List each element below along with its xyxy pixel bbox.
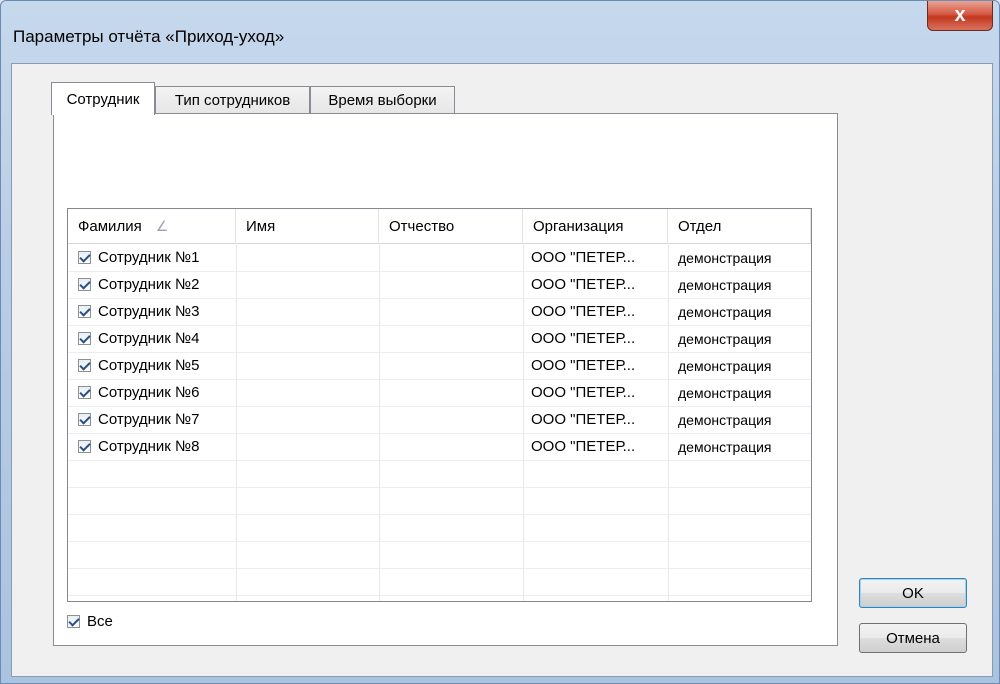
- lastname-text: Сотрудник №8: [98, 438, 200, 455]
- checkbox-checked-icon[interactable]: [67, 615, 80, 628]
- cell-department: демонстрация: [678, 438, 772, 455]
- column-header-label: Отчество: [389, 217, 455, 235]
- table-row[interactable]: Сотрудник №4 ООО "ПЕТЕР... демонстрация: [68, 325, 811, 353]
- cell-department: демонстрация: [678, 276, 772, 293]
- window-title: Параметры отчёта «Приход-уход»: [13, 27, 285, 46]
- column-header-label: Имя: [246, 217, 276, 235]
- lastname-text: Сотрудник №1: [98, 249, 200, 266]
- cancel-button[interactable]: Отмена: [859, 623, 967, 653]
- cell-department: демонстрация: [678, 357, 772, 374]
- cell-department: демонстрация: [678, 384, 772, 401]
- table-row: [68, 514, 811, 542]
- cell-organization: ООО "ПЕТЕР...: [531, 330, 636, 347]
- column-header-label: Фамилия: [78, 217, 142, 235]
- select-all-label: Все: [87, 613, 113, 630]
- cell-organization: ООО "ПЕТЕР...: [531, 276, 636, 293]
- tab-employee[interactable]: Сотрудник: [51, 82, 155, 115]
- table-row: [68, 460, 811, 488]
- column-header-patronymic[interactable]: Отчество: [379, 209, 523, 243]
- column-header-label: Организация: [533, 217, 624, 235]
- row-checkbox[interactable]: [78, 440, 91, 453]
- tab-sample-time[interactable]: Время выборки: [310, 86, 455, 114]
- tab-label: Тип сотрудников: [174, 92, 291, 109]
- close-button[interactable]: x: [927, 1, 993, 31]
- employee-grid[interactable]: Фамилия ∠ Имя Отчество Организация Отдел: [67, 208, 812, 602]
- table-row[interactable]: Сотрудник №1 ООО "ПЕТЕР... демонстрация: [68, 244, 811, 272]
- row-checkbox[interactable]: [78, 332, 91, 345]
- row-checkbox[interactable]: [78, 278, 91, 291]
- column-header-label: Отдел: [678, 217, 722, 235]
- lastname-text: Сотрудник №6: [98, 384, 200, 401]
- table-row[interactable]: Сотрудник №5 ООО "ПЕТЕР... демонстрация: [68, 352, 811, 380]
- row-checkbox[interactable]: [78, 305, 91, 318]
- table-row: [68, 541, 811, 569]
- cell-lastname: Сотрудник №4: [78, 325, 199, 352]
- table-row[interactable]: Сотрудник №6 ООО "ПЕТЕР... демонстрация: [68, 379, 811, 407]
- column-header-organization[interactable]: Организация: [523, 209, 668, 243]
- dialog-body: Сотрудник Тип сотрудников Время выборки …: [11, 63, 993, 677]
- sort-ascending-icon: ∠: [155, 217, 169, 234]
- cell-organization: ООО "ПЕТЕР...: [531, 438, 636, 455]
- cell-lastname: Сотрудник №6: [78, 379, 199, 406]
- row-checkbox[interactable]: [78, 359, 91, 372]
- cell-department: демонстрация: [678, 330, 772, 347]
- title-bar[interactable]: Параметры отчёта «Приход-уход» x: [1, 1, 1000, 63]
- cell-lastname: Сотрудник №1: [78, 244, 199, 271]
- column-header-firstname[interactable]: Имя: [236, 209, 379, 243]
- lastname-text: Сотрудник №4: [98, 330, 200, 347]
- cell-organization: ООО "ПЕТЕР...: [531, 411, 636, 428]
- cell-lastname: Сотрудник №8: [78, 433, 199, 460]
- tab-label: Время выборки: [328, 92, 437, 109]
- select-all-checkbox[interactable]: Все: [67, 613, 113, 630]
- cell-department: демонстрация: [678, 303, 772, 320]
- cell-organization: ООО "ПЕТЕР...: [531, 249, 636, 266]
- dialog-window: Параметры отчёта «Приход-уход» x Сотрудн…: [0, 0, 1000, 684]
- cell-department: демонстрация: [678, 411, 772, 428]
- cell-lastname: Сотрудник №7: [78, 406, 199, 433]
- grid-header: Фамилия ∠ Имя Отчество Организация Отдел: [68, 209, 811, 244]
- tab-label: Сотрудник: [66, 90, 140, 108]
- cell-department: демонстрация: [678, 249, 772, 266]
- lastname-text: Сотрудник №7: [98, 411, 200, 428]
- table-row[interactable]: Сотрудник №8 ООО "ПЕТЕР... демонстрация: [68, 433, 811, 461]
- column-header-department[interactable]: Отдел: [668, 209, 811, 243]
- cell-organization: ООО "ПЕТЕР...: [531, 357, 636, 374]
- close-icon: x: [954, 4, 966, 26]
- lastname-text: Сотрудник №3: [98, 303, 200, 320]
- table-row[interactable]: Сотрудник №2 ООО "ПЕТЕР... демонстрация: [68, 271, 811, 299]
- lastname-text: Сотрудник №2: [98, 276, 200, 293]
- lastname-text: Сотрудник №5: [98, 357, 200, 374]
- row-checkbox[interactable]: [78, 251, 91, 264]
- table-row: [68, 487, 811, 515]
- cell-lastname: Сотрудник №5: [78, 352, 199, 379]
- table-row[interactable]: Сотрудник №3 ООО "ПЕТЕР... демонстрация: [68, 298, 811, 326]
- tab-employee-type[interactable]: Тип сотрудников: [155, 86, 310, 114]
- cell-lastname: Сотрудник №3: [78, 298, 199, 325]
- ok-button[interactable]: OK: [859, 578, 967, 608]
- cell-lastname: Сотрудник №2: [78, 271, 199, 298]
- column-header-lastname[interactable]: Фамилия ∠: [68, 209, 236, 243]
- cell-organization: ООО "ПЕТЕР...: [531, 384, 636, 401]
- cell-organization: ООО "ПЕТЕР...: [531, 303, 636, 320]
- row-checkbox[interactable]: [78, 413, 91, 426]
- row-checkbox[interactable]: [78, 386, 91, 399]
- table-row[interactable]: Сотрудник №7 ООО "ПЕТЕР... демонстрация: [68, 406, 811, 434]
- table-row: [68, 568, 811, 596]
